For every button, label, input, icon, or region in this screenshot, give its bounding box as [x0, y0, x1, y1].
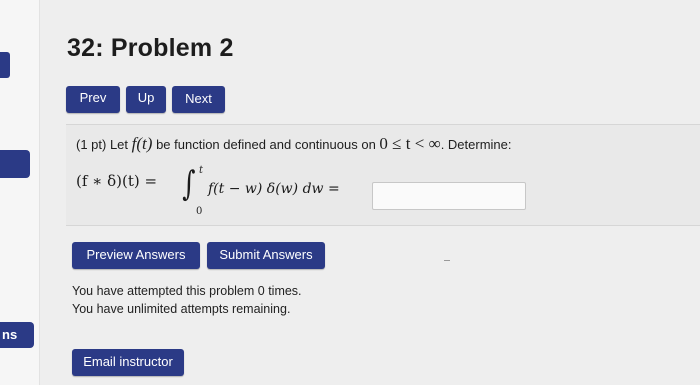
problem-intro: (1 pt) Let: [76, 137, 129, 152]
remaining-attempts-text: You have unlimited attempts remaining.: [72, 302, 291, 316]
preview-answers-button[interactable]: Preview Answers: [72, 242, 200, 269]
sidebar-tab-label: ns: [2, 327, 18, 342]
function-symbol: f(t): [131, 134, 153, 153]
up-button[interactable]: Up: [126, 86, 166, 113]
formula-lhs: (f ∗ δ)(t) =: [76, 172, 158, 190]
attempts-text: You have attempted this problem 0 times.: [72, 284, 302, 298]
next-button[interactable]: Next: [172, 86, 225, 113]
prev-button[interactable]: Prev: [66, 86, 120, 113]
email-instructor-button[interactable]: Email instructor: [72, 349, 184, 376]
sidebar-tab-bottom[interactable]: ns: [0, 322, 34, 348]
domain-range: 0 ≤ t < ∞: [379, 134, 441, 153]
integral-upper-limit: t: [199, 165, 204, 176]
integral-lower-limit: 0: [196, 206, 203, 217]
integral-sign: ∫: [182, 164, 196, 204]
problem-mid: be function defined and continuous on: [156, 137, 376, 152]
problem-outro: . Determine:: [440, 137, 512, 152]
sidebar-tab-middle[interactable]: [0, 150, 30, 178]
answer-input[interactable]: [372, 182, 526, 210]
integrand: f(t − w) δ(w) dw =: [208, 181, 340, 197]
problem-statement: (1 pt) Let f(t) be function defined and …: [76, 134, 512, 154]
submit-answers-button[interactable]: Submit Answers: [207, 242, 325, 269]
divider-mark: [444, 260, 450, 261]
sidebar-tab-top[interactable]: [0, 52, 10, 78]
page-title: 32: Problem 2: [67, 34, 234, 62]
